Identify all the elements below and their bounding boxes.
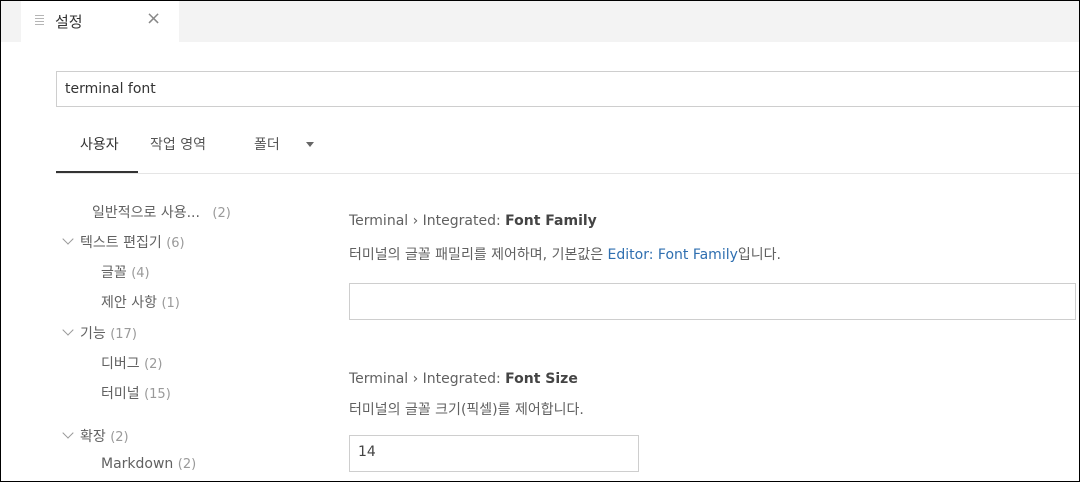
font-size-input[interactable]: 14 [349, 435, 639, 472]
divider [56, 173, 1079, 174]
toc-item-terminal[interactable]: 터미널 (15) [101, 383, 171, 403]
toc-count: (17) [110, 327, 137, 342]
tab-user[interactable]: 사용자 [80, 134, 119, 154]
setting-description-font-size: 터미널의 글꼴 크기(픽셀)를 제어합니다. [349, 402, 584, 418]
toc-label: 일반적으로 사용... [92, 205, 200, 221]
settings-editor: 설정 × terminal font 사용자 작업 영역 폴더 일반적으로 사용… [0, 0, 1080, 482]
setting-link[interactable]: Editor: Font Family [608, 247, 738, 263]
toc-label: 디버그 [101, 356, 140, 372]
toc-label: Markdown [101, 456, 174, 472]
search-value: terminal font [65, 81, 156, 97]
tab-folder[interactable]: 폴더 [254, 134, 280, 154]
description-text: 터미널의 글꼴 패밀리를 제어하며, 기본값은 [349, 247, 608, 263]
setting-name: Font Family [505, 213, 597, 229]
chevron-down-icon[interactable] [306, 142, 314, 147]
setting-category: Terminal › Integrated: [349, 213, 506, 229]
toc-count: (2) [177, 457, 197, 472]
toc-count: (2) [212, 206, 231, 221]
toc-count: (4) [131, 266, 150, 281]
setting-title-font-size: Terminal › Integrated: Font Size [349, 371, 578, 387]
toc-item-debug[interactable]: 디버그 (2) [101, 353, 163, 373]
tab-bar: 설정 × [1, 1, 1079, 42]
toc-item-font[interactable]: 글꼴 (4) [101, 262, 150, 282]
input-value: 14 [358, 444, 376, 460]
toc-label: 확장 [80, 429, 106, 445]
setting-description-font-family: 터미널의 글꼴 패밀리를 제어하며, 기본값은 Editor: Font Fam… [349, 244, 781, 264]
close-icon[interactable]: × [146, 9, 161, 29]
settings-file-icon [35, 14, 45, 28]
toc-count: (2) [110, 430, 129, 445]
chevron-down-icon[interactable] [62, 324, 74, 336]
toc-label: 기능 [80, 326, 106, 342]
setting-title-font-family: Terminal › Integrated: Font Family [349, 213, 597, 229]
toc-item-commonly-used[interactable]: 일반적으로 사용... (2) [92, 202, 231, 222]
setting-category: Terminal › Integrated: [349, 371, 506, 387]
toc-item-extensions[interactable]: 확장 (2) [80, 426, 129, 446]
toc-count: (1) [161, 296, 180, 311]
toc-count: (15) [144, 387, 171, 402]
chevron-down-icon[interactable] [62, 427, 74, 439]
toc-item-markdown[interactable]: Markdown (2) [101, 456, 196, 472]
tab-settings[interactable]: 설정 × [21, 1, 179, 42]
tab-title: 설정 [55, 13, 83, 31]
tab-workspace[interactable]: 작업 영역 [150, 134, 206, 154]
toc-item-suggestions[interactable]: 제안 사항 (1) [101, 292, 180, 312]
font-family-input[interactable] [349, 283, 1076, 320]
toc-label: 글꼴 [101, 265, 127, 281]
toc-item-features[interactable]: 기능 (17) [80, 323, 137, 343]
toc-label: 텍스트 편집기 [80, 235, 162, 251]
toc-label: 제안 사항 [101, 295, 157, 311]
toc-item-text-editor[interactable]: 텍스트 편집기 (6) [80, 232, 185, 252]
toc-label: 터미널 [101, 386, 140, 402]
chevron-down-icon[interactable] [62, 233, 74, 245]
search-input[interactable]: terminal font [56, 71, 1079, 107]
toc-count: (2) [144, 357, 163, 372]
description-text: 입니다. [737, 247, 781, 263]
setting-name: Font Size [505, 371, 578, 387]
toc-count: (6) [166, 236, 185, 251]
